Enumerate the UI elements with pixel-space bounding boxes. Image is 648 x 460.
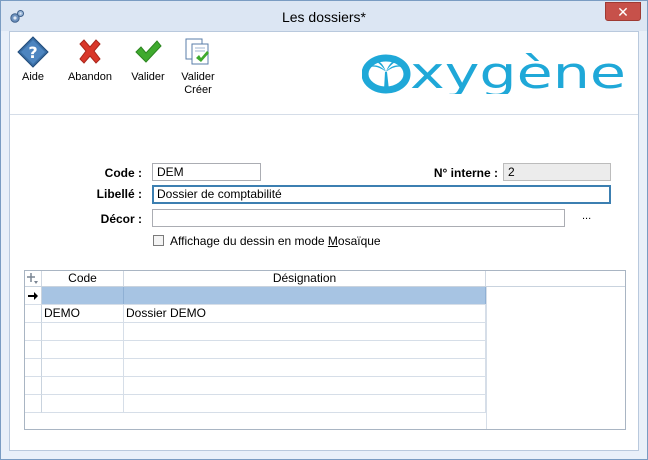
row-selector[interactable] xyxy=(25,323,42,341)
window-title: Les dossiers* xyxy=(281,9,367,25)
table-row[interactable] xyxy=(42,395,486,413)
grid-header-code[interactable]: Code xyxy=(42,271,124,286)
title-bar[interactable]: Les dossiers* ✕ xyxy=(1,1,647,31)
cell-designation[interactable]: Dossier DEMO xyxy=(124,305,486,322)
add-row-icon[interactable] xyxy=(25,271,42,286)
valider-creer-label-1: Valider xyxy=(181,71,215,83)
mosaic-label-after: osaïque xyxy=(337,234,381,248)
document-check-icon xyxy=(185,38,209,65)
decor-field[interactable] xyxy=(152,209,565,227)
libelle-field[interactable]: Dossier de comptabilité xyxy=(152,185,611,204)
dialog-content: ? Aide Abandon Valider Valider Créer xyg… xyxy=(9,31,639,451)
row-selector[interactable] xyxy=(25,305,42,323)
green-check-icon xyxy=(135,40,162,63)
row-selector[interactable] xyxy=(25,359,42,377)
valider-button[interactable]: Valider xyxy=(128,36,168,84)
valider-label: Valider xyxy=(131,71,165,83)
cell-code[interactable]: DEMO xyxy=(42,305,124,322)
abandon-label: Abandon xyxy=(67,71,113,83)
red-x-icon xyxy=(79,39,101,64)
cell-designation[interactable] xyxy=(124,377,486,394)
abandon-button[interactable]: Abandon xyxy=(66,36,114,84)
cell-code[interactable] xyxy=(42,287,124,304)
table-row[interactable] xyxy=(42,341,486,359)
cell-designation[interactable] xyxy=(124,395,486,412)
cell-designation[interactable] xyxy=(124,323,486,340)
cell-designation[interactable] xyxy=(124,287,486,304)
svg-text:xygène: xygène xyxy=(410,50,626,94)
libelle-label: Libellé : xyxy=(96,187,142,201)
current-row-arrow-icon[interactable] xyxy=(25,287,42,305)
grid-header: Code Désignation xyxy=(25,271,625,287)
oxygene-logo: xygène xyxy=(362,50,626,94)
cell-code[interactable] xyxy=(42,395,124,412)
decor-browse-button[interactable]: ... xyxy=(582,210,591,222)
mosaic-label-before: Affichage du dessin en mode xyxy=(170,234,328,248)
aide-label: Aide xyxy=(21,71,45,83)
decor-label: Décor : xyxy=(100,212,142,226)
close-button[interactable]: ✕ xyxy=(605,2,641,21)
dossiers-grid[interactable]: Code Désignation DEMO Dossier DEMO xyxy=(24,270,626,430)
help-diamond-icon: ? xyxy=(17,36,49,68)
num-interne-label: N° interne : xyxy=(433,166,498,180)
aide-button[interactable]: ? Aide xyxy=(16,36,50,84)
cell-designation[interactable] xyxy=(124,341,486,358)
code-label: Code : xyxy=(104,166,142,180)
mosaic-checkbox[interactable] xyxy=(153,235,164,246)
valider-creer-button[interactable]: Valider Créer xyxy=(178,36,218,97)
table-row[interactable] xyxy=(42,377,486,395)
row-selector[interactable] xyxy=(25,395,42,413)
table-row[interactable] xyxy=(42,287,486,305)
toolbar: ? Aide Abandon Valider Valider Créer xyg… xyxy=(10,32,638,115)
svg-text:?: ? xyxy=(28,43,37,62)
cell-designation[interactable] xyxy=(124,359,486,376)
mosaic-label-mnemonic: M xyxy=(327,234,338,248)
cell-code[interactable] xyxy=(42,377,124,394)
cell-code[interactable] xyxy=(42,323,124,340)
row-selector[interactable] xyxy=(25,377,42,395)
dossiers-window: Les dossiers* ✕ ? Aide Abandon Valider V… xyxy=(0,0,648,460)
table-row[interactable] xyxy=(42,323,486,341)
cell-code[interactable] xyxy=(42,359,124,376)
num-interne-field: 2 xyxy=(503,163,611,181)
cell-code[interactable] xyxy=(42,341,124,358)
grid-header-designation[interactable]: Désignation xyxy=(124,271,486,286)
valider-creer-label-2: Créer xyxy=(184,84,212,96)
table-row[interactable]: DEMO Dossier DEMO xyxy=(42,305,486,323)
mosaic-label[interactable]: Affichage du dessin en mode Mosaïque xyxy=(170,234,381,248)
row-selector[interactable] xyxy=(25,341,42,359)
code-field[interactable]: DEM xyxy=(152,163,261,181)
table-row[interactable] xyxy=(42,359,486,377)
grid-right-edge xyxy=(486,287,487,429)
